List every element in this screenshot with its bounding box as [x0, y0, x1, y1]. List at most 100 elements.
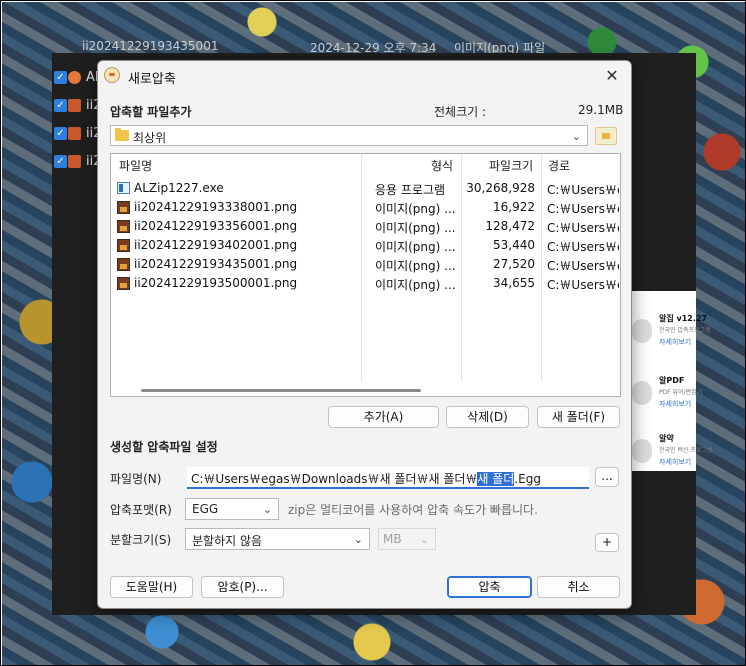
filename-input[interactable]: C:￦Users￦egas￦Downloads￦새 폴더￦새 폴더￦새 폴더.E… — [187, 467, 589, 489]
file-type: 이미지(png) ... — [375, 202, 456, 216]
folder-up-button[interactable] — [595, 127, 617, 145]
file-row[interactable]: ii20241229193338001.png 이미지(png) ... 16,… — [111, 198, 620, 217]
filename-prefix: C:￦Users￦egas￦Downloads￦새 폴더￦새 폴더￦ — [191, 472, 478, 486]
checkbox-icon[interactable]: ✓ — [54, 71, 67, 84]
ad-subtitle: 전국민 백신 프로그램 — [659, 447, 713, 454]
new-archive-dialog: 새로압축 ✕ 압축할 파일추가 전체크기 : 29.1MB 최상위 ⌄ ^ 파일… — [97, 60, 632, 609]
file-name: ii20241229193435001.png — [134, 257, 298, 271]
chevron-down-icon: ⌄ — [419, 533, 429, 546]
png-file-icon — [117, 258, 130, 271]
file-path: C:￦Users￦egas — [547, 202, 619, 216]
add-files-label: 압축할 파일추가 — [110, 105, 192, 119]
file-type: 이미지(png) ... — [375, 240, 456, 254]
password-button[interactable]: 암호(P)... — [201, 576, 284, 598]
column-header-path[interactable]: 경로 — [548, 154, 570, 178]
screen: ii20241229193435001 2024-12-29 오후 7:34 이… — [0, 0, 746, 666]
compress-button[interactable]: 압축 — [447, 576, 532, 598]
file-name: ii20241229193500001.png — [134, 276, 298, 290]
checkbox-icon[interactable]: ✓ — [54, 127, 67, 140]
file-row[interactable]: ii20241229193356001.png 이미지(png) ... 128… — [111, 217, 620, 236]
format-label: 압축포맷(R) — [110, 503, 172, 517]
background-file-name: ii20241229193435001 — [82, 39, 219, 53]
file-size: 53,440 — [493, 238, 535, 252]
chevron-down-icon[interactable]: ⌄ — [572, 130, 581, 143]
ad-link[interactable]: 자세히보기 — [659, 457, 691, 467]
ad-alyac[interactable]: 알약 전국민 백신 프로그램 자세히보기 — [628, 425, 713, 477]
file-name: ii20241229193402001.png — [134, 238, 298, 252]
ad-alzip[interactable]: 알집 v12.27 전국민 압축프로그램 자세히보기 — [628, 305, 711, 357]
help-button[interactable]: 도움말(H) — [110, 576, 193, 598]
format-select[interactable]: EGG ⌄ — [185, 498, 279, 520]
close-icon[interactable]: ✕ — [598, 64, 626, 88]
folder-icon — [115, 128, 129, 141]
mascot-icon — [632, 319, 652, 343]
filename-selected-text: 새 폴더 — [477, 472, 515, 486]
folder-combo[interactable]: 최상위 ⌄ — [110, 125, 588, 146]
chevron-down-icon[interactable]: ⌄ — [263, 503, 272, 516]
ad-link[interactable]: 자세히보기 — [659, 337, 691, 347]
delete-button[interactable]: 삭제(D) — [446, 406, 529, 428]
filename-label: 파일명(N) — [110, 472, 162, 486]
file-row[interactable]: ii20241229193435001.png 이미지(png) ... 27,… — [111, 255, 620, 274]
ad-alpdf[interactable]: 알PDF PDF 뷰어/편집기 자세히보기 — [628, 367, 702, 419]
filename-value: C:￦Users￦egas￦Downloads￦새 폴더￦새 폴더￦새 폴더.E… — [191, 470, 541, 487]
file-path: C:￦Users￦egas — [547, 240, 619, 254]
split-select[interactable]: 분할하지 않음 ⌄ — [185, 528, 370, 550]
file-size: 16,922 — [493, 200, 535, 214]
alzip-file-icon — [68, 71, 81, 84]
mascot-icon — [632, 381, 652, 405]
format-hint: zip은 멀티코어를 사용하여 압축 속도가 빠릅니다. — [288, 503, 538, 517]
settings-label: 생성할 압축파일 설정 — [110, 440, 218, 454]
ad-title: 알집 v12.27 — [659, 314, 708, 323]
chevron-down-icon[interactable]: ⌄ — [354, 533, 363, 546]
dialog-title: 새로압축 — [128, 72, 176, 87]
file-path: C:￦Users￦egas — [547, 278, 619, 292]
file-path: C:￦Users￦egas — [547, 221, 619, 235]
total-size-label: 전체크기 : — [434, 105, 487, 119]
mascot-icon — [632, 439, 652, 463]
image-file-icon — [68, 155, 81, 168]
background-file-type: 이미지(png) 파일 — [454, 41, 546, 53]
unit-value: MB — [383, 532, 402, 546]
checkbox-icon[interactable]: ✓ — [54, 155, 67, 168]
folder-combo-value: 최상위 — [133, 131, 167, 145]
file-row[interactable]: ALZip1227.exe 응용 프로그램 30,268,928 C:￦User… — [111, 179, 620, 198]
file-size: 27,520 — [493, 257, 535, 271]
file-type: 이미지(png) ... — [375, 221, 456, 235]
new-folder-button[interactable]: 새 폴더(F) — [537, 406, 620, 428]
unit-select: MB ⌄ — [378, 528, 436, 550]
checkbox-icon[interactable]: ✓ — [54, 99, 67, 112]
file-path: C:￦Users￦egas — [547, 259, 619, 273]
file-name: ALZip1227.exe — [134, 181, 224, 195]
file-size: 34,655 — [493, 276, 535, 290]
png-file-icon — [117, 277, 130, 290]
cancel-button[interactable]: 취소 — [537, 576, 620, 598]
file-row[interactable]: ii20241229193500001.png 이미지(png) ... 34,… — [111, 274, 620, 293]
file-size: 30,268,928 — [466, 181, 535, 195]
file-type: 이미지(png) ... — [375, 278, 456, 292]
file-row[interactable]: ii20241229193402001.png 이미지(png) ... 53,… — [111, 236, 620, 255]
dialog-titlebar[interactable]: 새로압축 ✕ — [98, 61, 631, 91]
image-file-icon — [68, 99, 81, 112]
split-value: 분할하지 않음 — [192, 534, 263, 548]
file-list[interactable]: ^ 파일명 형식 파일크기 경로 ALZip1227.exe 응용 프로그램 3… — [110, 153, 621, 397]
exe-file-icon — [117, 182, 130, 194]
add-button[interactable]: 추가(A) — [328, 406, 439, 428]
ad-title: 알약 — [659, 434, 674, 443]
sort-ascending-icon: ^ — [232, 153, 241, 161]
background-file-date: 2024-12-29 오후 7:34 — [310, 41, 437, 53]
png-file-icon — [117, 239, 130, 252]
ad-link[interactable]: 자세히보기 — [659, 399, 691, 409]
column-header-name[interactable]: 파일명 — [119, 154, 152, 178]
ad-panel: 알집 v12.27 전국민 압축프로그램 자세히보기 알PDF PDF 뷰어/편… — [628, 291, 713, 471]
column-header-size[interactable]: 파일크기 — [489, 154, 533, 178]
column-header-type[interactable]: 형식 — [431, 154, 453, 178]
background-window-top-row: ii20241229193435001 2024-12-29 오후 7:34 이… — [52, 39, 696, 53]
file-path: C:￦Users￦egas — [547, 183, 619, 197]
ad-title: 알PDF — [659, 376, 685, 385]
horizontal-scrollbar[interactable] — [141, 389, 421, 392]
png-file-icon — [117, 201, 130, 214]
ad-subtitle: PDF 뷰어/편집기 — [659, 389, 703, 396]
add-split-button[interactable]: + — [595, 533, 619, 552]
browse-button[interactable]: ... — [595, 467, 619, 487]
